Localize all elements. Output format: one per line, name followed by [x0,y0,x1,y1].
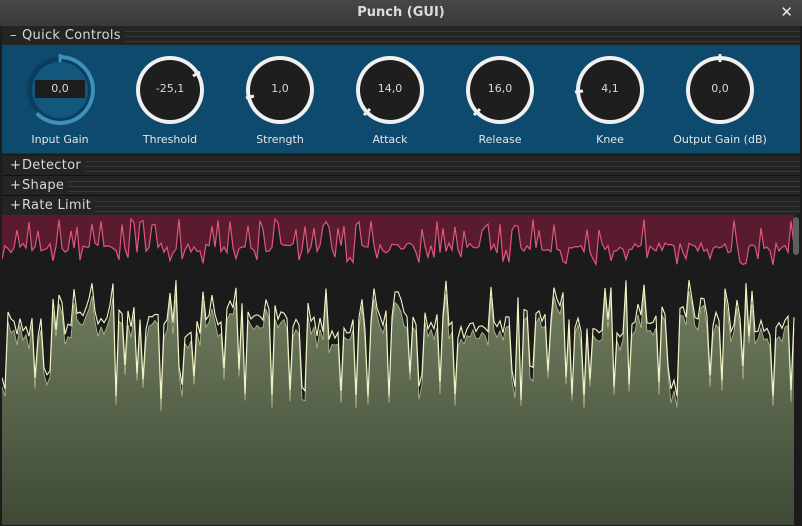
signal-envelope-area [2,291,794,525]
knob-input-gain[interactable]: 0,0 Input Gain [10,53,110,153]
expand-icon: + [10,198,22,213]
knob-label: Threshold [142,133,198,146]
knob-knee[interactable]: 4,1 Knee [560,53,660,153]
quick-controls-panel: 0,0 Input Gain -25,1 Threshold 1,0 Stren… [2,45,800,154]
knob-value: 0,0 [695,80,745,98]
knob-value: 14,0 [365,80,415,98]
knob-label: Strength [256,133,304,146]
knob-label: Output Gain (dB) [673,133,767,146]
section-rate-limit[interactable]: +Rate Limit [2,196,800,216]
section-label: Rate Limit [22,198,92,213]
waveform-graph [2,215,795,525]
scrollbar[interactable] [793,217,799,255]
close-icon[interactable]: ✕ [780,3,793,21]
section-label: Shape [22,178,65,193]
knob-attack[interactable]: 14,0 Attack [340,53,440,153]
knob-strength[interactable]: 1,0 Strength [230,53,330,153]
collapse-icon: – [10,28,17,43]
title-bar: Punch (GUI) ✕ [0,0,802,26]
section-header-rate-limit[interactable]: +Rate Limit [2,197,96,215]
knob-value: -25,1 [145,80,195,98]
section-label: Detector [22,158,82,173]
knob-label: Knee [596,133,624,146]
knob-label: Attack [372,133,408,146]
section-header-detector[interactable]: +Detector [2,157,86,175]
knob-value: 1,0 [255,80,305,98]
expand-icon: + [10,158,22,173]
waveform-display [2,215,800,525]
expand-icon: + [10,178,22,193]
knob-release[interactable]: 16,0 Release [450,53,550,153]
knob-value: 4,1 [585,80,635,98]
knob-label: Input Gain [31,133,89,146]
section-quick-controls[interactable]: – Quick Controls [2,26,800,46]
window-title: Punch (GUI) [357,5,445,20]
section-detector[interactable]: +Detector [2,156,800,176]
section-shape[interactable]: +Shape [2,176,800,196]
section-label: Quick Controls [22,28,121,43]
knob-threshold[interactable]: -25,1 Threshold [120,53,220,153]
knob-output-gain[interactable]: 0,0 Output Gain (dB) [670,53,770,153]
section-header-shape[interactable]: +Shape [2,177,69,195]
knob-label: Release [478,133,522,146]
knob-value: 16,0 [475,80,525,98]
knob-value: 0,0 [35,80,85,98]
section-header-quick-controls[interactable]: – Quick Controls [2,27,125,45]
